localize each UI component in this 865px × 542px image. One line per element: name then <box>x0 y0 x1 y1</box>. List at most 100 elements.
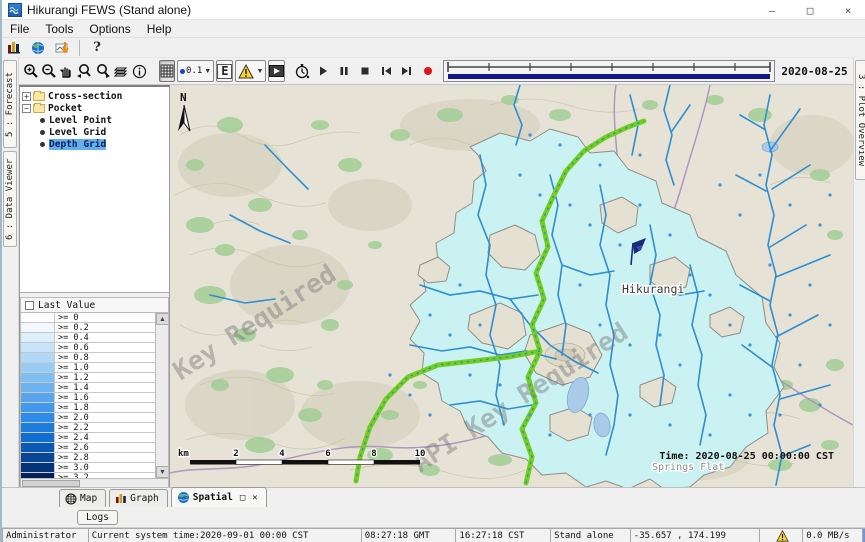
legend-editor-button[interactable]: E <box>216 60 233 82</box>
database-chart-icon[interactable] <box>2 39 26 57</box>
tab-forecast[interactable]: 5 : Forecast <box>3 60 17 148</box>
legend-threshold-label: >= 2.0 <box>55 413 89 422</box>
zoom-previous-icon[interactable] <box>76 60 93 82</box>
legend-row[interactable]: >= 1.6 <box>21 393 155 403</box>
node-bullet-icon <box>40 142 45 147</box>
legend-row[interactable]: >= 0.4 <box>21 333 155 343</box>
legend-threshold-label: >= 3.0 <box>55 463 89 472</box>
filter-panel: + Cross-section − Pocket Level Point Lev… <box>19 85 170 487</box>
classbreak-interval-dropdown[interactable]: 0.1 ▼ <box>177 60 214 82</box>
scroll-up-icon[interactable]: ▲ <box>156 313 169 325</box>
stop-button[interactable] <box>359 60 371 82</box>
menu-file[interactable]: File <box>2 21 37 37</box>
last-value-checkbox[interactable]: Last Value <box>20 297 169 313</box>
legend-row[interactable]: >= 2.0 <box>21 413 155 423</box>
folder-icon <box>33 104 45 113</box>
tree-item-level-grid[interactable]: Level Grid <box>22 126 169 138</box>
tab-map[interactable]: Map <box>59 489 106 507</box>
tab-graph[interactable]: Graph <box>109 489 168 507</box>
play-button[interactable] <box>317 60 329 82</box>
hscroll-thumb[interactable] <box>22 480 80 487</box>
scroll-down-icon[interactable]: ▼ <box>156 466 169 478</box>
info-icon[interactable] <box>132 60 147 82</box>
menu-help[interactable]: Help <box>139 21 180 37</box>
pan-hand-icon[interactable] <box>59 60 74 82</box>
legend-row[interactable]: >= 0.2 <box>21 323 155 333</box>
status-gmt-time: 08:27:18 GMT <box>361 528 456 542</box>
step-back-button[interactable] <box>380 60 393 82</box>
legend-color-swatch <box>21 413 55 422</box>
legend-row[interactable]: >= 2.8 <box>21 453 155 463</box>
status-warning-cell[interactable] <box>759 528 802 542</box>
legend-row[interactable]: >= 2.2 <box>21 423 155 433</box>
zoom-out-icon[interactable] <box>41 60 57 82</box>
svg-text:6: 6 <box>325 449 330 459</box>
legend-row[interactable]: >= 2.4 <box>21 433 155 443</box>
legend-row[interactable]: >= 1.2 <box>21 373 155 383</box>
map-globe-icon[interactable] <box>26 39 50 57</box>
legend-color-swatch <box>21 373 55 382</box>
tab-logs[interactable]: Logs <box>77 510 118 525</box>
animation-timer-icon[interactable] <box>294 60 310 82</box>
legend-color-swatch <box>21 403 55 412</box>
view-tab-bar: Map Graph Spatial □ ✕ <box>2 487 865 507</box>
help-button[interactable]: ? <box>85 39 109 57</box>
legend-row[interactable]: >= 0 <box>21 313 155 323</box>
checkbox-icon <box>25 301 34 310</box>
tree-item-cross-section[interactable]: + Cross-section <box>22 90 169 102</box>
legend-row[interactable]: >= 0.6 <box>21 343 155 353</box>
status-local-time: 16:27:18 CST <box>455 528 550 542</box>
grid-display-toggle[interactable] <box>159 60 175 82</box>
legend-color-swatch <box>21 333 55 342</box>
status-mode: Stand alone <box>550 528 630 542</box>
pause-button[interactable] <box>338 60 350 82</box>
collapse-icon[interactable]: − <box>22 104 31 113</box>
warning-icon <box>776 530 789 542</box>
app-icon <box>8 3 22 17</box>
spatial-map[interactable]: API Key Required API Key Required N km 2… <box>170 85 853 487</box>
legend-color-swatch <box>21 433 55 442</box>
legend-row[interactable]: >= 1.8 <box>21 403 155 413</box>
legend-scrollbar[interactable]: ▲ ▼ <box>155 313 168 478</box>
legend-threshold-label: >= 0.8 <box>55 353 89 362</box>
spatial-toolbar: 0.1 ▼ E ▼ <box>2 57 865 85</box>
legend-row[interactable]: >= 1.0 <box>21 363 155 373</box>
legend-row[interactable]: >= 0.8 <box>21 353 155 363</box>
legend-row[interactable]: >= 1.4 <box>21 383 155 393</box>
tab-close-icon[interactable]: ✕ <box>252 493 257 503</box>
menu-tools[interactable]: Tools <box>37 21 81 37</box>
tab-maximize-icon[interactable]: □ <box>240 493 245 503</box>
tab-plot-overview[interactable]: 3 : Plot Overview <box>855 60 865 180</box>
globe-grid-icon <box>65 493 77 505</box>
tab-data-viewer[interactable]: 6 : Data Viewer <box>3 151 17 247</box>
animation-panel-button[interactable] <box>268 60 285 82</box>
status-system-time: Current system time:2020-09-01 00:00 CST <box>88 528 361 542</box>
close-button[interactable]: × <box>829 0 865 20</box>
step-forward-button[interactable] <box>400 60 413 82</box>
tab-spatial[interactable]: Spatial □ ✕ <box>171 487 267 507</box>
menu-options[interactable]: Options <box>81 21 138 37</box>
svg-text:8: 8 <box>371 449 376 459</box>
application-window: Hikurangi FEWS (Stand alone) – □ × File … <box>0 0 865 542</box>
legend-row[interactable]: >= 2.6 <box>21 443 155 453</box>
tree-item-depth-grid[interactable]: Depth Grid <box>22 138 169 150</box>
zoom-next-icon[interactable] <box>95 60 112 82</box>
maximize-button[interactable]: □ <box>791 0 829 20</box>
expand-icon[interactable]: + <box>22 92 31 101</box>
tree-item-level-point[interactable]: Level Point <box>22 114 169 126</box>
minimize-button[interactable]: – <box>753 0 791 20</box>
svg-text:10: 10 <box>415 449 426 459</box>
status-coordinates: -35.657 , 174.199 <box>630 528 760 542</box>
tree-item-pocket[interactable]: − Pocket <box>22 102 169 114</box>
left-tab-strip: 5 : Forecast 6 : Data Viewer <box>2 57 19 487</box>
zoom-in-icon[interactable] <box>23 60 39 82</box>
record-button[interactable] <box>422 60 434 82</box>
legend-threshold-label: >= 1.0 <box>55 363 89 372</box>
warning-threshold-dropdown[interactable]: ▼ <box>235 60 266 82</box>
legend-row[interactable]: >= 3.0 <box>21 463 155 473</box>
timeseries-edit-icon[interactable] <box>50 39 74 57</box>
time-slider[interactable] <box>443 60 775 82</box>
node-bullet-icon <box>40 130 45 135</box>
layers-icon[interactable] <box>114 60 130 82</box>
interval-dot-icon <box>180 69 185 74</box>
